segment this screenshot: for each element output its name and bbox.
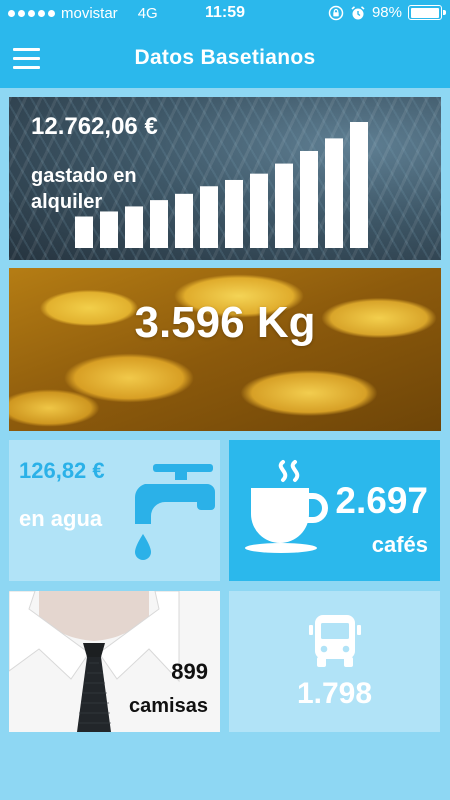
bananas-value: 3.596 Kg: [134, 298, 316, 347]
battery-icon: [408, 5, 446, 20]
coffee-label: cafés: [371, 532, 428, 557]
rent-chart-bar: [275, 163, 293, 248]
rent-chart-bar: [250, 173, 268, 248]
rent-chart-bar: [175, 193, 193, 248]
app-header: movistar 4G 11:59 98% Datos Basetianos: [0, 0, 450, 88]
bus-value: 1.798: [296, 677, 373, 710]
coffee-value: 2.697: [335, 480, 428, 521]
bar-chart-icon: [75, 122, 368, 248]
rent-card[interactable]: 12.762,06 € gastado en alquiler: [9, 97, 441, 260]
water-label: en agua: [19, 506, 103, 531]
bananas-card[interactable]: 3.596 Kg: [9, 268, 441, 431]
shirts-value: 899: [171, 659, 208, 684]
status-bar: movistar 4G 11:59 98%: [0, 0, 450, 28]
page-title: Datos Basetianos: [134, 46, 316, 69]
shirts-label: camisas: [129, 695, 208, 717]
rent-chart-bar: [325, 138, 343, 248]
water-amount: 126,82 €: [19, 458, 105, 483]
coffee-cup-icon: [245, 460, 328, 553]
rent-chart-bar: [350, 122, 368, 248]
rent-chart-bar: [100, 211, 118, 248]
nav-bar: Datos Basetianos: [0, 30, 450, 86]
battery-percent: 98%: [371, 4, 402, 21]
rent-chart-bar: [225, 179, 243, 248]
shirts-card[interactable]: 899 camisas: [9, 591, 220, 732]
rent-chart-bar: [300, 150, 318, 248]
rotation-lock-icon: [328, 5, 344, 20]
bus-icon: [309, 615, 361, 667]
status-right: 98%: [328, 4, 446, 21]
rent-chart-bar: [125, 206, 143, 248]
water-card[interactable]: 126,82 € en agua: [9, 440, 220, 581]
battery-fill: [410, 7, 439, 18]
rent-chart-bar: [150, 200, 168, 248]
bus-card[interactable]: 1.798: [229, 591, 440, 732]
coffee-card[interactable]: 2.697 cafés: [229, 440, 440, 581]
rent-chart-bar: [75, 216, 93, 248]
water-tap-icon: [134, 464, 215, 560]
alarm-clock-icon: [351, 5, 365, 19]
rent-chart-bar: [200, 186, 218, 248]
